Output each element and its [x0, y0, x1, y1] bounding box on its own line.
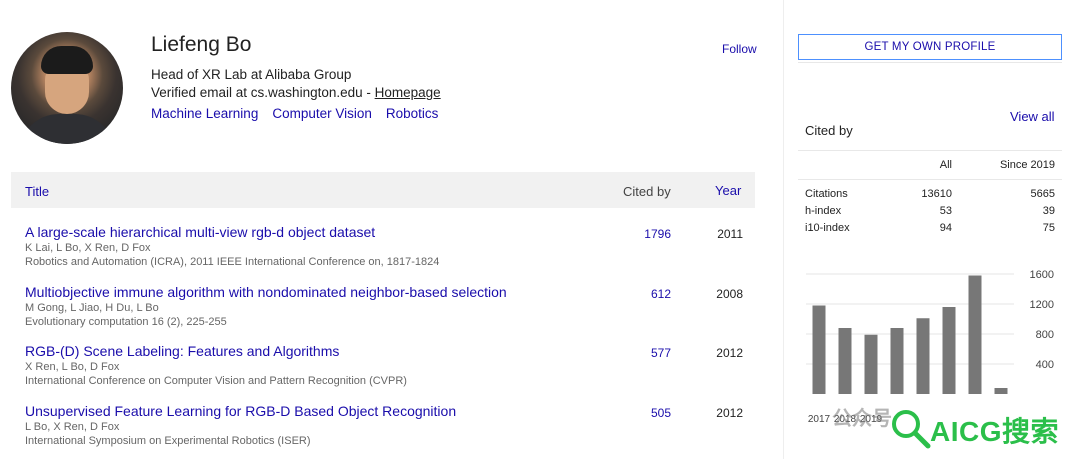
table-row: Multiobjective immune algorithm with non…	[25, 284, 755, 340]
column-divider	[783, 0, 784, 459]
citation-stats-table: All Since 2019 Citations 13610 5665 h-in…	[798, 150, 1062, 234]
stats-label[interactable]: i10-index	[805, 222, 850, 234]
title-column-header[interactable]: Title	[25, 184, 49, 199]
table-row: A large-scale hierarchical multi-view rg…	[25, 224, 755, 280]
stats-row: h-index 53 39	[798, 197, 1062, 217]
chart-y-tick-label: 400	[1036, 359, 1054, 371]
interest-link[interactable]: Machine Learning	[151, 106, 258, 121]
interests-list: Machine Learning Computer Vision Robotic…	[151, 106, 438, 121]
interest-link[interactable]: Computer Vision	[272, 106, 372, 121]
profile-name: Liefeng Bo	[151, 33, 252, 56]
profile-avatar	[11, 32, 123, 144]
chart-bar-2018[interactable]	[838, 328, 852, 394]
chart-bar-2020[interactable]	[890, 328, 904, 394]
stats-row: Citations 13610 5665	[798, 180, 1062, 200]
homepage-link[interactable]: Homepage	[375, 85, 441, 100]
paper-year: 2011	[717, 227, 743, 241]
paper-authors: K Lai, L Bo, X Ren, D Fox	[25, 242, 151, 254]
email-text: Verified email at cs.washington.edu -	[151, 85, 375, 100]
cited-by-count-link[interactable]: 612	[615, 287, 671, 301]
paper-venue: Evolutionary computation 16 (2), 225-255	[25, 316, 227, 328]
stats-header-all: All	[939, 159, 952, 171]
profile-affiliation: Head of XR Lab at Alibaba Group	[151, 67, 352, 82]
profile-email: Verified email at cs.washington.edu - Ho…	[151, 85, 441, 100]
get-my-own-profile-button[interactable]: GET MY OWN PROFILE	[798, 34, 1062, 60]
year-column-header[interactable]: Year	[715, 183, 741, 198]
paper-authors: M Gong, L Jiao, H Du, L Bo	[25, 302, 159, 314]
chart-bar-2022[interactable]	[942, 307, 956, 394]
table-header: Title Cited by Year	[11, 172, 755, 208]
paper-authors: L Bo, X Ren, D Fox	[25, 421, 120, 433]
cited-by-heading: Cited by	[805, 123, 853, 138]
chart-bar-2017[interactable]	[812, 305, 826, 395]
table-row: RGB-(D) Scene Labeling: Features and Alg…	[25, 343, 755, 399]
watermark-text: AICG搜索	[930, 416, 1060, 447]
paper-authors: X Ren, L Bo, D Fox	[25, 361, 120, 373]
paper-year: 2012	[716, 346, 743, 360]
cited-by-count-link[interactable]: 577	[615, 346, 671, 360]
cited-by-count-link[interactable]: 1796	[615, 227, 671, 241]
follow-button[interactable]: Follow	[722, 42, 757, 56]
cited-by-column-header[interactable]: Cited by	[623, 184, 671, 199]
stats-since-value: 75	[1042, 222, 1055, 234]
cited-by-count-link[interactable]: 505	[615, 406, 671, 420]
paper-venue: International Conference on Computer Vis…	[25, 375, 407, 387]
divider	[798, 62, 1062, 63]
chart-bar-2021[interactable]	[916, 318, 930, 394]
chart-bar-2023[interactable]	[968, 275, 982, 395]
paper-title-link[interactable]: Unsupervised Feature Learning for RGB-D …	[25, 403, 456, 419]
paper-year: 2012	[716, 406, 743, 420]
paper-title-link[interactable]: RGB-(D) Scene Labeling: Features and Alg…	[25, 343, 339, 359]
chart-bar-2019[interactable]	[864, 334, 878, 394]
watermark: 公众号 AICG搜索	[780, 396, 1080, 456]
chart-bar-2024[interactable]	[994, 388, 1008, 394]
paper-venue: International Symposium on Experimental …	[25, 435, 311, 447]
paper-venue: Robotics and Automation (ICRA), 2011 IEE…	[25, 256, 440, 268]
stats-header-since: Since 2019	[999, 159, 1055, 171]
chart-y-tick-label: 1200	[1030, 299, 1054, 311]
paper-title-link[interactable]: A large-scale hierarchical multi-view rg…	[25, 224, 375, 240]
stats-header-row: All Since 2019	[798, 150, 1062, 180]
table-row: Unsupervised Feature Learning for RGB-D …	[25, 403, 755, 459]
chart-y-tick-label: 800	[1036, 329, 1054, 341]
paper-title-link[interactable]: Multiobjective immune algorithm with non…	[25, 284, 507, 300]
stats-all-value: 94	[939, 222, 952, 234]
stats-row: i10-index 94 75	[798, 214, 1062, 234]
paper-year: 2008	[716, 287, 743, 301]
magnifier-icon	[892, 410, 931, 449]
interest-link[interactable]: Robotics	[386, 106, 439, 121]
watermark-cn-text: 公众号	[832, 408, 892, 430]
chart-y-tick-label: 1600	[1030, 269, 1054, 281]
view-all-link[interactable]: View all	[1010, 109, 1055, 124]
